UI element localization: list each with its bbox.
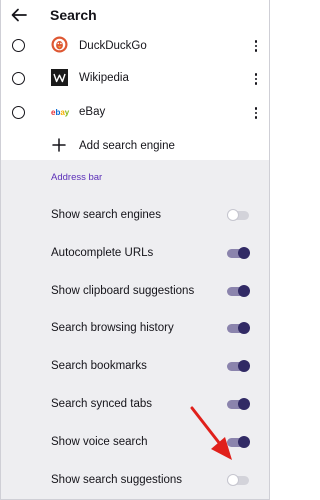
arrow-left-icon bbox=[11, 8, 27, 22]
radio-button[interactable] bbox=[12, 72, 25, 85]
radio-button[interactable] bbox=[12, 106, 25, 119]
more-options-icon[interactable] bbox=[248, 70, 264, 88]
setting-label: Search bookmarks bbox=[51, 360, 147, 372]
search-engine-ebay[interactable]: ebay eBay bbox=[0, 96, 270, 130]
svg-text:ebay: ebay bbox=[51, 108, 70, 117]
setting-search-bookmarks[interactable]: Search bookmarks bbox=[0, 352, 270, 380]
setting-show-search-engines[interactable]: Show search engines bbox=[0, 201, 270, 229]
setting-label: Show voice search bbox=[51, 436, 148, 448]
plus-icon bbox=[52, 138, 66, 152]
duckduckgo-logo bbox=[51, 36, 68, 53]
toggle-switch[interactable] bbox=[227, 360, 251, 372]
page-title: Search bbox=[50, 7, 97, 23]
toggle-switch[interactable] bbox=[227, 322, 251, 334]
radio-button[interactable] bbox=[12, 39, 25, 52]
toggle-switch[interactable] bbox=[227, 247, 251, 259]
add-search-engine-label: Add search engine bbox=[79, 140, 175, 152]
ebay-logo: ebay bbox=[51, 108, 70, 117]
more-options-icon[interactable] bbox=[248, 37, 264, 55]
setting-show-search-suggestions[interactable]: Show search suggestions bbox=[0, 466, 270, 494]
engine-label: Wikipedia bbox=[79, 72, 129, 84]
search-engine-duckduckgo[interactable]: DuckDuckGo bbox=[0, 29, 270, 63]
toggle-switch[interactable] bbox=[227, 209, 251, 221]
annotation-arrow-icon bbox=[190, 406, 232, 460]
app-bar: Search bbox=[0, 0, 270, 30]
setting-autocomplete-urls[interactable]: Autocomplete URLs bbox=[0, 239, 270, 267]
setting-label: Show search engines bbox=[51, 209, 161, 221]
setting-label: Search browsing history bbox=[51, 322, 174, 334]
more-options-icon[interactable] bbox=[248, 104, 264, 122]
setting-label: Show search suggestions bbox=[51, 474, 183, 486]
setting-label: Search synced tabs bbox=[51, 398, 153, 410]
wikipedia-logo bbox=[51, 69, 68, 86]
back-button[interactable] bbox=[6, 3, 32, 27]
toggle-switch[interactable] bbox=[227, 285, 251, 297]
setting-show-clipboard-suggestions[interactable]: Show clipboard suggestions bbox=[0, 277, 270, 305]
toggle-switch[interactable] bbox=[227, 474, 251, 486]
engine-label: eBay bbox=[79, 106, 106, 118]
search-engine-wikipedia[interactable]: Wikipedia bbox=[0, 62, 270, 96]
add-search-engine-button[interactable]: Add search engine bbox=[0, 134, 270, 158]
section-header-address-bar: Address bar bbox=[51, 172, 103, 183]
setting-label: Show clipboard suggestions bbox=[51, 285, 195, 297]
setting-label: Autocomplete URLs bbox=[51, 247, 154, 259]
engine-label: DuckDuckGo bbox=[79, 40, 147, 52]
setting-search-browsing-history[interactable]: Search browsing history bbox=[0, 314, 270, 342]
